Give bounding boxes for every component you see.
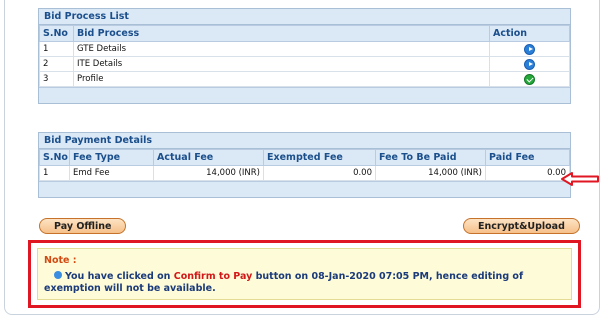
col-header-fee-type: Fee Type bbox=[69, 149, 154, 166]
cell-process: Profile bbox=[73, 71, 490, 87]
note-highlight-box: Note : You have clicked on Confirm to Pa… bbox=[28, 240, 581, 308]
cell-sno: 1 bbox=[39, 41, 74, 57]
col-header-exempted-fee: Exempted Fee bbox=[263, 149, 376, 166]
bid-payment-table: S.No Fee Type Actual Fee Exempted Fee Fe… bbox=[39, 149, 570, 181]
panel-footer bbox=[39, 87, 570, 103]
play-circle-icon[interactable] bbox=[524, 43, 535, 55]
note-box: Note : You have clicked on Confirm to Pa… bbox=[37, 248, 572, 300]
panel-footer bbox=[39, 181, 570, 197]
table-header-row: S.No Fee Type Actual Fee Exempted Fee Fe… bbox=[39, 149, 570, 166]
note-highlight-text: Confirm to Pay bbox=[173, 271, 253, 282]
table-row: 2 ITE Details bbox=[39, 56, 570, 72]
bid-process-table: S.No Bid Process Action 1 GTE Details 2 … bbox=[39, 25, 570, 87]
cell-sno: 1 bbox=[39, 165, 70, 181]
play-circle-icon[interactable] bbox=[524, 58, 535, 70]
note-label: Note : bbox=[44, 255, 77, 266]
cell-action bbox=[489, 56, 570, 72]
bid-process-title: Bid Process List bbox=[39, 9, 570, 25]
table-header-row: S.No Bid Process Action bbox=[39, 25, 570, 42]
cell-process: ITE Details bbox=[73, 56, 490, 72]
encrypt-upload-button[interactable]: Encrypt&Upload bbox=[463, 218, 580, 234]
check-circle-icon[interactable] bbox=[524, 73, 535, 85]
note-message: You have clicked on Confirm to Pay butto… bbox=[44, 271, 563, 295]
cell-fee-type: Emd Fee bbox=[69, 165, 154, 181]
col-header-actual-fee: Actual Fee bbox=[153, 149, 264, 166]
cell-exempted-fee: 0.00 bbox=[263, 165, 376, 181]
col-header-action: Action bbox=[489, 25, 570, 42]
col-header-sno: S.No bbox=[39, 25, 74, 42]
cell-sno: 2 bbox=[39, 56, 74, 72]
table-row: 1 GTE Details bbox=[39, 41, 570, 57]
cell-action bbox=[489, 71, 570, 87]
red-arrow-annotation-icon bbox=[561, 172, 599, 186]
col-header-fee-to-be-paid: Fee To Be Paid bbox=[375, 149, 486, 166]
info-bullet-icon bbox=[54, 271, 62, 279]
cell-action bbox=[489, 41, 570, 57]
col-header-sno: S.No bbox=[39, 149, 70, 166]
cell-sno: 3 bbox=[39, 71, 74, 87]
pay-offline-button[interactable]: Pay Offline bbox=[39, 218, 127, 234]
cell-actual-fee: 14,000 (INR) bbox=[153, 165, 264, 181]
cell-process: GTE Details bbox=[73, 41, 490, 57]
col-header-paid-fee: Paid Fee bbox=[485, 149, 570, 166]
col-header-bid-process: Bid Process bbox=[73, 25, 490, 42]
bid-process-panel: Bid Process List S.No Bid Process Action… bbox=[38, 8, 571, 104]
bid-payment-title: Bid Payment Details bbox=[39, 133, 570, 149]
cell-fee-to-be-paid: 14,000 (INR) bbox=[375, 165, 486, 181]
note-text-before: You have clicked on bbox=[65, 271, 174, 282]
table-row: 1 Emd Fee 14,000 (INR) 0.00 14,000 (INR)… bbox=[39, 165, 570, 181]
table-row: 3 Profile bbox=[39, 71, 570, 87]
cell-paid-fee: 0.00 bbox=[485, 165, 570, 181]
bid-payment-panel: Bid Payment Details S.No Fee Type Actual… bbox=[38, 132, 571, 198]
